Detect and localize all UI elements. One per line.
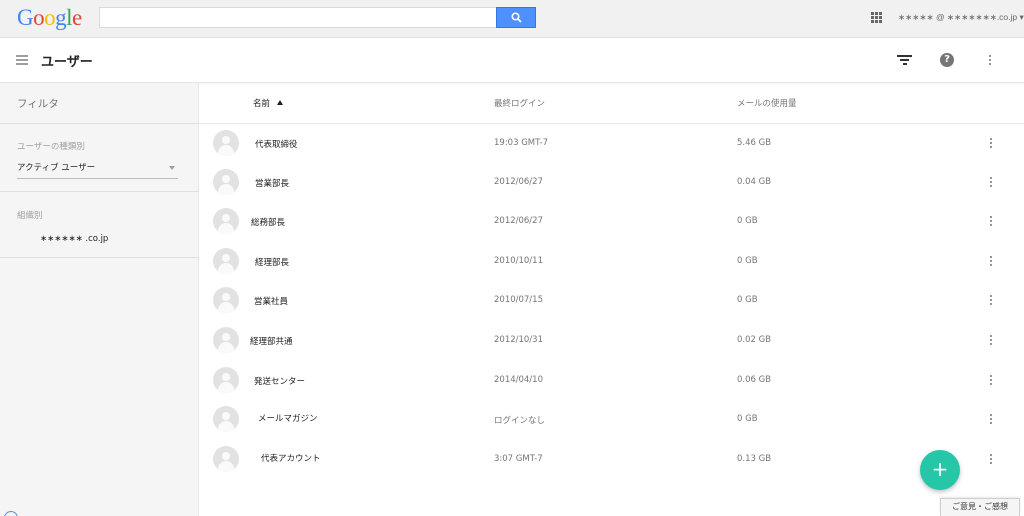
- last-login: 19:03 GMT-7: [494, 138, 549, 148]
- mail-usage: 0.02 GB: [737, 335, 772, 345]
- table-row[interactable]: 総務部長 2012/06/27 0 GB: [199, 202, 1024, 242]
- user-name[interactable]: 代表取締役: [255, 138, 298, 150]
- info-icon[interactable]: [4, 511, 18, 516]
- row-more-icon[interactable]: [985, 175, 997, 189]
- table-row[interactable]: 経理部共通 2012/10/31 0.02 GB: [199, 321, 1024, 361]
- search-button[interactable]: [496, 7, 536, 28]
- last-login: 2014/04/10: [494, 375, 543, 385]
- mail-usage: 0 GB: [737, 216, 758, 226]
- table-header: 名前 最終ログイン メールの使用量: [199, 83, 1024, 124]
- last-login: 2010/07/15: [494, 295, 543, 305]
- last-login: 3:07 GMT-7: [494, 454, 543, 464]
- search-input[interactable]: [99, 7, 497, 28]
- last-login: 2012/06/27: [494, 177, 543, 187]
- user-name[interactable]: 営業部長: [255, 177, 289, 189]
- sort-ascending-icon: [277, 100, 284, 105]
- mail-usage: 0.13 GB: [737, 454, 772, 464]
- row-more-icon[interactable]: [985, 333, 997, 347]
- avatar: [213, 248, 239, 274]
- row-more-icon[interactable]: [985, 254, 997, 268]
- help-icon[interactable]: ?: [940, 53, 954, 67]
- logo-letter: G: [17, 5, 34, 30]
- add-user-button[interactable]: +: [920, 450, 960, 490]
- mail-usage: 0.06 GB: [737, 375, 772, 385]
- user-name[interactable]: 営業社員: [254, 295, 288, 307]
- divider: [0, 123, 199, 124]
- table-row[interactable]: 発送センター 2014/04/10 0.06 GB: [199, 361, 1024, 401]
- row-more-icon[interactable]: [985, 373, 997, 387]
- row-more-icon[interactable]: [985, 412, 997, 426]
- divider: [0, 191, 199, 192]
- logo-letter: o: [33, 5, 45, 30]
- row-more-icon[interactable]: [985, 136, 997, 150]
- table-row[interactable]: 代表アカウント 3:07 GMT-7 0.13 GB: [199, 440, 1024, 480]
- user-name[interactable]: メールマガジン: [258, 412, 318, 424]
- filter-title: フィルタ: [17, 98, 59, 110]
- table-row[interactable]: メールマガジン ログインなし 0 GB: [199, 400, 1024, 440]
- last-login: ログインなし: [494, 416, 546, 426]
- avatar: [213, 446, 239, 472]
- mail-usage: 5.46 GB: [737, 138, 772, 148]
- avatar: [213, 208, 239, 234]
- user-type-value: アクティブ ユーザー: [17, 163, 96, 173]
- column-header-last-login[interactable]: 最終ログイン: [494, 97, 545, 109]
- table-row[interactable]: 営業社員 2010/07/15 0 GB: [199, 281, 1024, 321]
- logo-letter: g: [55, 5, 67, 30]
- avatar: [213, 406, 239, 432]
- last-login: 2012/06/27: [494, 216, 543, 226]
- table-row[interactable]: 代表取締役 19:03 GMT-7 5.46 GB: [199, 124, 1024, 164]
- org-label: 組織別: [17, 211, 43, 221]
- table-row[interactable]: 経理部長 2010/10/11 0 GB: [199, 242, 1024, 282]
- mail-usage: 0 GB: [737, 256, 758, 266]
- avatar: [213, 327, 239, 353]
- user-name[interactable]: 経理部長: [255, 256, 289, 268]
- apps-grid-icon[interactable]: [871, 12, 882, 23]
- user-name[interactable]: 代表アカウント: [261, 452, 321, 464]
- feedback-button[interactable]: ご意見・ご感想: [940, 498, 1020, 516]
- row-more-icon[interactable]: [985, 452, 997, 466]
- row-more-icon[interactable]: [985, 293, 997, 307]
- column-header-name-label: 名前: [253, 99, 271, 109]
- user-type-select[interactable]: アクティブ ユーザー: [17, 161, 178, 179]
- menu-icon[interactable]: [16, 55, 28, 65]
- avatar: [213, 367, 239, 393]
- avatar: [213, 130, 239, 156]
- column-header-mail-usage[interactable]: メールの使用量: [737, 97, 797, 109]
- logo-letter: o: [44, 5, 56, 30]
- page-title: ユーザー: [41, 55, 93, 70]
- avatar: [213, 287, 239, 313]
- logo-letter: e: [72, 5, 82, 30]
- row-more-icon[interactable]: [985, 214, 997, 228]
- google-logo[interactable]: Google: [17, 5, 82, 31]
- user-name[interactable]: 総務部長: [251, 216, 285, 228]
- last-login: 2010/10/11: [494, 256, 543, 266]
- filter-icon[interactable]: [897, 55, 912, 67]
- mail-usage: 0 GB: [737, 295, 758, 305]
- user-name[interactable]: 経理部共通: [250, 335, 293, 347]
- column-header-name[interactable]: 名前: [253, 97, 284, 109]
- table-row[interactable]: 営業部長 2012/06/27 0.04 GB: [199, 163, 1024, 203]
- org-item[interactable]: ∗∗∗∗∗∗ .co.jp: [40, 234, 108, 244]
- filter-sidebar: フィルタ ユーザーの種類別 アクティブ ユーザー 組織別 ∗∗∗∗∗∗ .co.…: [0, 83, 199, 516]
- avatar: [213, 169, 239, 195]
- mail-usage: 0.04 GB: [737, 177, 772, 187]
- more-options-icon[interactable]: [984, 53, 996, 67]
- app-header: ユーザー ?: [0, 38, 1024, 83]
- google-bar: Google ∗∗∗∗∗ @ ∗∗∗∗∗∗∗.co.jp ▾: [0, 0, 1024, 38]
- dropdown-caret-icon: [169, 166, 175, 170]
- user-type-label: ユーザーの種類別: [17, 142, 85, 152]
- mail-usage: 0 GB: [737, 414, 758, 424]
- search-icon: [510, 12, 522, 23]
- user-name[interactable]: 発送センター: [254, 375, 305, 387]
- divider: [0, 257, 199, 258]
- account-switcher[interactable]: ∗∗∗∗∗ @ ∗∗∗∗∗∗∗.co.jp ▾: [898, 12, 1024, 23]
- last-login: 2012/10/31: [494, 335, 543, 345]
